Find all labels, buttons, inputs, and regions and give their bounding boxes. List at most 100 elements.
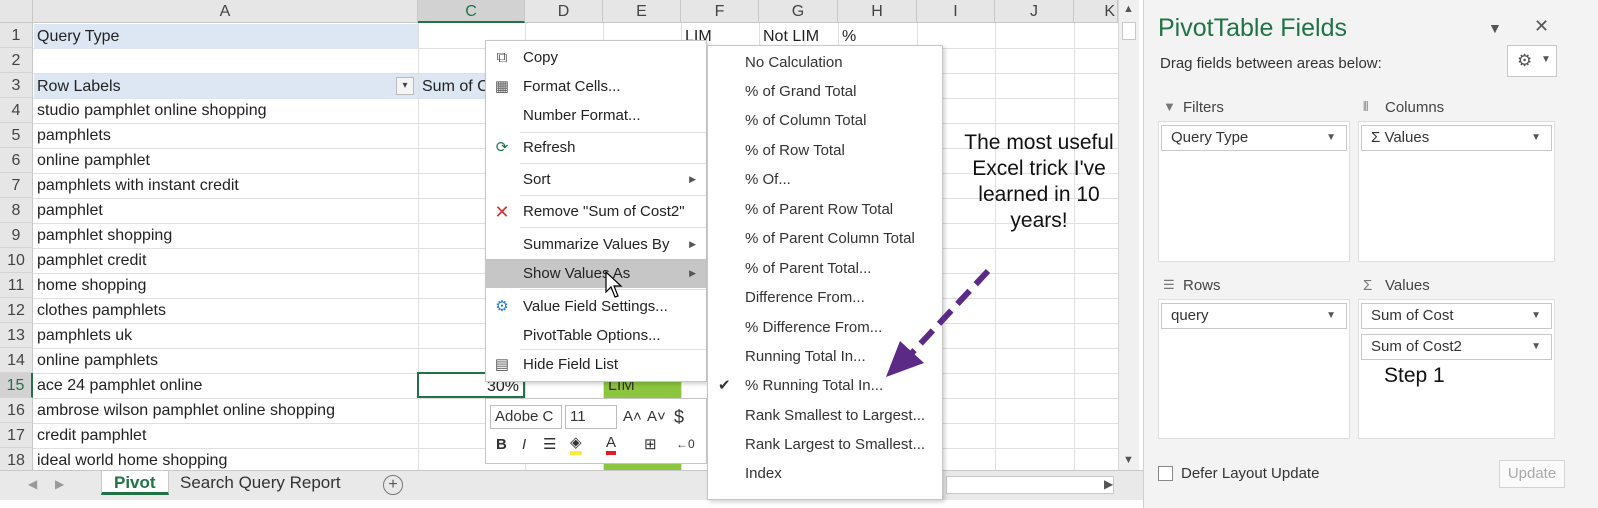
italic-icon[interactable]: I [522,436,526,453]
row-header[interactable]: 8 [0,198,33,223]
row-header[interactable]: 17 [0,423,33,448]
shrink-font-icon[interactable]: A˅ [647,408,666,425]
currency-format-icon[interactable]: $ [674,407,684,428]
tools-gear-button[interactable]: ⚙ ▼ [1507,45,1557,77]
row-label-cell[interactable]: clothes pamphlets [34,298,418,323]
filter-field-query-type[interactable]: Query Type ▼ [1161,125,1347,151]
menu-item-pivottable-options[interactable]: PivotTable Options... [486,321,706,350]
submenu-item-index[interactable]: Index [708,459,942,488]
menu-item-refresh[interactable]: ⟳ Refresh [486,133,706,162]
submenu-item-pct-row-total[interactable]: % of Row Total [708,136,942,165]
submenu-item-pct-of[interactable]: % Of... [708,165,942,194]
borders-icon[interactable]: ⊞ [644,435,657,453]
column-header-h[interactable]: H [838,0,917,23]
align-center-icon[interactable]: ☰ [543,435,556,453]
close-icon[interactable]: ✕ [1534,16,1549,37]
menu-item-sort[interactable]: Sort ▶ [486,165,706,194]
submenu-item-pct-parent-row-total[interactable]: % of Parent Row Total [708,195,942,224]
rows-area[interactable]: query ▼ [1158,299,1350,439]
menu-item-copy[interactable]: ⧉ Copy [486,43,706,72]
select-all-corner[interactable] [0,0,33,23]
column-header-k[interactable]: K [1074,0,1118,23]
row-header[interactable]: 1 [0,23,33,48]
row-header[interactable]: 14 [0,348,33,373]
row-header[interactable]: 16 [0,398,33,423]
row-header[interactable]: 11 [0,273,33,298]
row-label-cell[interactable]: pamphlets [34,123,418,148]
row-label-cell[interactable]: home shopping [34,273,418,298]
row-field-query[interactable]: query ▼ [1161,303,1347,329]
menu-item-show-values-as[interactable]: Show Values As ▶ [486,259,706,288]
row-label-cell[interactable]: pamphlets with instant credit [34,173,418,198]
submenu-item-no-calculation[interactable]: No Calculation [708,48,942,77]
submenu-item-pct-parent-column-total[interactable]: % of Parent Column Total [708,224,942,253]
row-header[interactable]: 12 [0,298,33,323]
row-header[interactable]: 5 [0,123,33,148]
grow-font-icon[interactable]: A˄ [623,408,642,425]
row-header[interactable]: 13 [0,323,33,348]
menu-item-value-field-settings[interactable]: ⚙ Value Field Settings... [486,292,706,321]
menu-item-summarize-values-by[interactable]: Summarize Values By ▶ [486,230,706,259]
font-size-box[interactable]: 11 [565,405,617,429]
update-button[interactable]: Update [1499,460,1565,488]
row-label-cell[interactable]: online pamphlets [34,348,418,373]
fill-color-icon[interactable]: ◈ [570,435,582,455]
row-header[interactable]: 7 [0,173,33,198]
submenu-item-pct-grand-total[interactable]: % of Grand Total [708,77,942,106]
row-label-cell[interactable]: pamphlets uk [34,323,418,348]
scroll-up-arrow-icon[interactable]: ▲ [1123,3,1134,15]
row-label-cell[interactable]: studio pamphlet online shopping [34,98,418,123]
submenu-item-rank-largest-to-smallest[interactable]: Rank Largest to Smallest... [708,430,942,459]
row-labels-header-cell[interactable]: Row Labels [34,74,418,99]
row-header[interactable]: 15 [0,373,33,398]
value-field-sum-of-cost[interactable]: Sum of Cost ▼ [1361,303,1552,329]
row-label-cell[interactable]: pamphlet [34,198,418,223]
tab-next-arrow-icon[interactable]: ▶ [55,477,64,491]
menu-item-hide-field-list[interactable]: ▤ Hide Field List [486,350,706,379]
row-header[interactable]: 10 [0,248,33,273]
tab-prev-arrow-icon[interactable]: ◀ [28,477,37,491]
filters-area[interactable]: Query Type ▼ [1158,121,1350,262]
tab-search-query-report[interactable]: Search Query Report [168,471,353,495]
column-header-f[interactable]: F [681,0,759,23]
font-name-box[interactable]: Adobe C [490,405,562,429]
column-field-values[interactable]: Σ Values ▼ [1361,125,1552,151]
row-labels-filter-button[interactable]: ▾ [396,77,414,95]
row-header[interactable]: 6 [0,148,33,173]
column-header-c[interactable]: C [418,0,525,23]
value-field-sum-of-cost2[interactable]: Sum of Cost2 ▼ [1361,334,1552,360]
menu-item-number-format[interactable]: Number Format... [486,101,706,130]
column-header-d[interactable]: D [525,0,603,23]
row-label-cell[interactable]: credit pamphlet [34,423,418,448]
column-header-j[interactable]: J [995,0,1074,23]
scroll-right-arrow-icon[interactable]: ▶ [1104,477,1113,491]
horizontal-scrollbar[interactable] [946,476,1114,494]
row-header[interactable]: 3 [0,73,33,98]
submenu-item-rank-smallest-to-largest[interactable]: Rank Smallest to Largest... [708,401,942,430]
submenu-item-pct-column-total[interactable]: % of Column Total [708,106,942,135]
column-header-g[interactable]: G [759,0,838,23]
sheet-vertical-scrollbar[interactable]: ▲ ▼ [1118,0,1139,470]
row-header[interactable]: 4 [0,98,33,123]
pane-options-chevron-icon[interactable]: ▼ [1488,20,1502,36]
filter-label-cell[interactable]: Query Type [34,24,418,49]
decrease-decimal-icon[interactable]: ←0 [676,437,695,451]
column-header-a[interactable]: A [33,0,418,23]
columns-area[interactable]: Σ Values ▼ [1358,121,1555,262]
row-label-cell[interactable]: online pamphlet [34,148,418,173]
scroll-down-arrow-icon[interactable]: ▼ [1123,454,1134,466]
column-header-i[interactable]: I [917,0,995,23]
menu-item-format-cells[interactable]: ▦ Format Cells... [486,72,706,101]
row-label-cell[interactable]: ace 24 pamphlet online [34,373,418,398]
bold-icon[interactable]: B [496,436,507,453]
row-header[interactable]: 2 [0,48,33,73]
row-header[interactable]: 9 [0,223,33,248]
scrollbar-thumb[interactable] [1122,22,1136,40]
row-label-cell[interactable]: pamphlet credit [34,248,418,273]
defer-layout-update-checkbox[interactable] [1158,466,1173,481]
menu-item-remove-sum-of-cost2[interactable]: ✕ Remove "Sum of Cost2" [486,197,706,226]
row-label-cell[interactable]: pamphlet shopping [34,223,418,248]
row-label-cell[interactable]: ambrose wilson pamphlet online shopping [34,398,418,423]
add-sheet-button[interactable]: + [383,475,403,495]
column-header-e[interactable]: E [603,0,681,23]
